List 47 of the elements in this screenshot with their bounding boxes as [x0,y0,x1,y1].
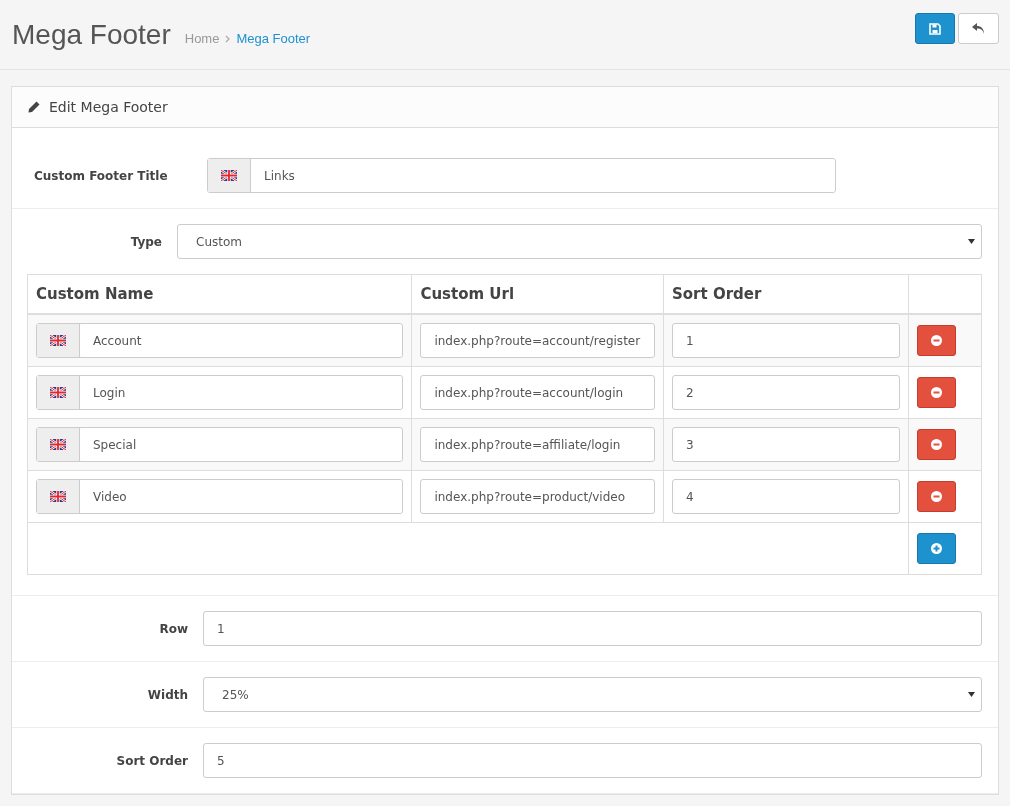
panel-heading: Edit Mega Footer [49,99,168,115]
input-field[interactable]: 3 [672,427,900,462]
flag-icon [50,335,66,346]
remove-button[interactable] [916,377,956,408]
reply-icon [972,23,985,34]
save-button[interactable] [915,13,955,44]
pencil-icon [28,101,40,113]
back-button[interactable] [958,13,999,44]
field-label: Width [146,687,189,702]
select-field[interactable]: Custom [177,224,982,259]
field-label: Row [158,621,189,636]
remove-button[interactable] [916,325,956,356]
save-icon [929,22,941,35]
input-field[interactable]: Special [36,427,404,462]
input-field[interactable]: index.php?route=affiliate/login [420,427,655,462]
add-button[interactable] [916,533,956,564]
minus-circle-icon [930,335,942,346]
caret-icon [968,239,975,244]
field-label: Type [129,234,163,249]
flag-icon [50,439,66,450]
input-field[interactable]: 2 [672,375,900,410]
chevron-icon [225,34,231,43]
flag-icon [50,491,66,502]
input-field[interactable]: 1 [203,611,982,646]
caret-icon [968,692,975,697]
input-field[interactable]: 5 [203,743,982,778]
minus-circle-icon [930,491,942,502]
flag-icon [221,170,237,181]
input-field[interactable]: Video [36,479,404,514]
remove-button[interactable] [916,481,956,512]
plus-circle-icon [930,543,942,554]
field-label: Sort Order [115,753,189,768]
input-field[interactable]: index.php?route=product/video [420,479,655,514]
input-field[interactable]: index.php?route=account/login [420,375,655,410]
input-field[interactable]: index.php?route=account/register [420,323,655,358]
input-field[interactable]: Links [207,158,836,193]
select-field[interactable]: 25% [203,677,982,712]
input-field[interactable]: 1 [672,323,900,358]
input-field[interactable]: Account [36,323,404,358]
field-label: Custom Footer Title [33,168,169,183]
minus-circle-icon [930,387,942,398]
input-field[interactable]: Login [36,375,404,410]
flag-icon [50,387,66,398]
remove-button[interactable] [916,429,956,460]
page-title: Mega Footer [12,18,171,51]
input-field[interactable]: 4 [672,479,900,514]
minus-circle-icon [930,439,942,450]
